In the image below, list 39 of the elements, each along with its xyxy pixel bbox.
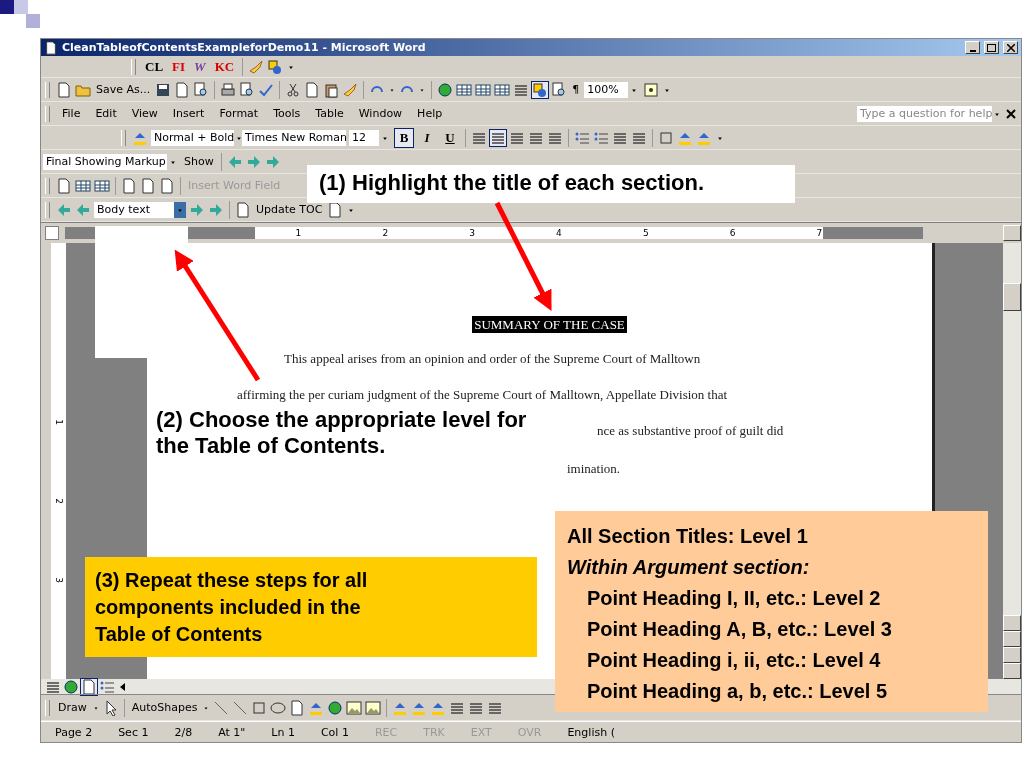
status-field: Page 2 (53, 725, 95, 739)
document-text: imination. (567, 461, 621, 476)
callout-text: components included in the (95, 595, 362, 620)
callout-text: (1) Highlight the title of each section. (319, 170, 706, 196)
status-field: 2/8 (172, 725, 195, 739)
ruler-number: 5 (642, 228, 649, 238)
ruler-number: 4 (556, 228, 562, 238)
callout-text: Point Heading A, B, etc.: Level 3 (586, 617, 893, 642)
status-field: EXT (468, 725, 494, 739)
status-field: At 1" (216, 725, 248, 739)
status-field: English ( (565, 725, 617, 739)
selected-heading: SUMMARY OF THE CASE (472, 316, 627, 333)
status-field: TRK (421, 725, 447, 739)
ruler-number: 2 (53, 498, 64, 504)
callout-text: (3) Repeat these steps for all (95, 568, 369, 593)
document-text: affirming the per curiam judgment of the Supreme Court of Malltown, Appellate Division that (237, 387, 728, 402)
callout-text: Within Argument section: (567, 555, 811, 580)
window-title: CleanTableofContentsExampleforDemo11 - Microsoft Word (62, 41, 427, 54)
callout-text: All Section Titles: Level 1 (567, 524, 809, 549)
status-field: OVR (515, 725, 544, 739)
document-text: This appeal arises from an opinion and order of the Supreme Court of Malltown (284, 351, 701, 366)
ruler-number: 6 (729, 228, 736, 238)
callout-text: the Table of Contents. (156, 433, 387, 459)
document-text: nce as substantive proof of guilt did (597, 423, 784, 438)
ruler-number: 1 (295, 228, 302, 238)
callout-text: Point Heading I, II, etc.: Level 2 (586, 586, 882, 611)
status-field: Col 1 (318, 725, 351, 739)
status-field: Sec 1 (116, 725, 151, 739)
status-field: Ln 1 (269, 725, 297, 739)
callout-text: (2) Choose the appropriate level for (156, 407, 528, 433)
callout-text: Point Heading i, ii, etc.: Level 4 (586, 648, 882, 673)
callout-text: Point Heading a, b, etc.: Level 5 (586, 679, 889, 704)
ruler-number: 3 (469, 228, 475, 238)
ruler-number: 2 (382, 228, 389, 238)
ruler-number: 7 (816, 228, 823, 238)
callout-text: Table of Contents (95, 622, 264, 647)
status-field: REC (372, 725, 400, 739)
ruler-number: 3 (53, 576, 64, 583)
ruler-number: 1 (53, 419, 64, 426)
